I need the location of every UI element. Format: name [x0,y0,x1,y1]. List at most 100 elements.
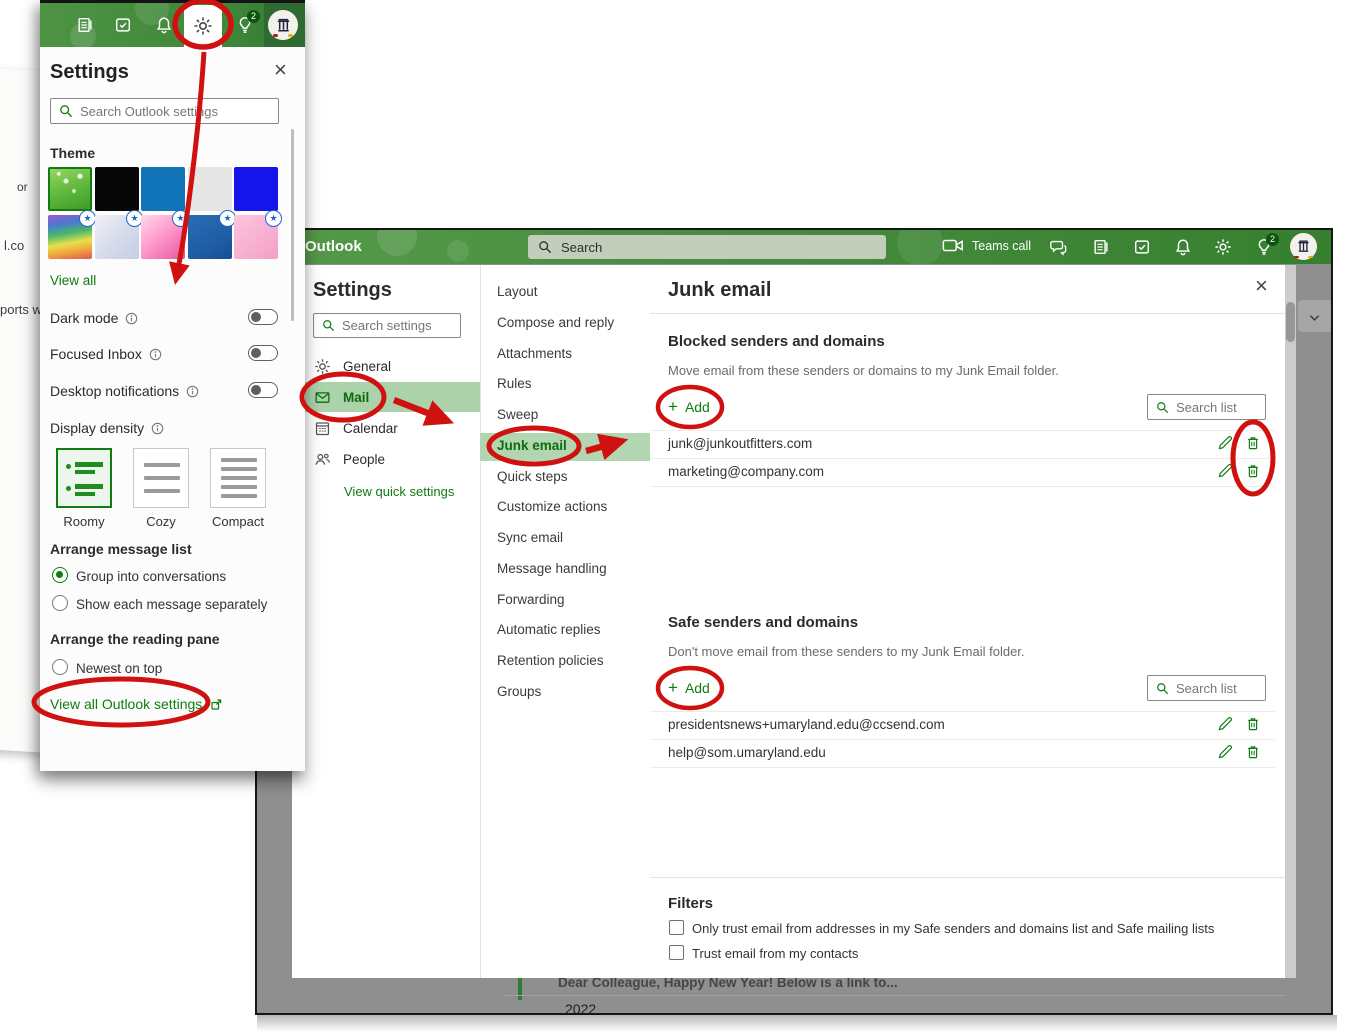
radio-newest-on-top[interactable] [52,659,68,675]
delete-icon[interactable] [1245,716,1261,732]
filter-checkbox-trust-contacts[interactable] [669,945,684,960]
theme-tile-black[interactable] [95,167,139,211]
chat-button[interactable] [1049,238,1067,256]
bell-icon [1174,238,1192,256]
flyout-search-input[interactable]: Search Outlook settings [50,98,279,124]
delete-icon[interactable] [1245,463,1261,479]
section-forwarding[interactable]: Forwarding [497,592,565,607]
scrollbar-thumb[interactable] [1286,302,1295,342]
theme-tile-silver[interactable]: ★ [95,215,139,259]
radio-group-into-conversations[interactable] [52,567,68,583]
section-message-handling[interactable]: Message handling [497,561,607,576]
view-all-outlook-settings-link[interactable]: View all Outlook settings [50,696,223,712]
gear-icon [193,16,213,36]
focused-inbox-toggle[interactable] [248,345,278,361]
arrange-message-list-label: Arrange message list [50,541,192,557]
section-layout[interactable]: Layout [497,284,538,299]
bell-icon [155,16,173,34]
section-attachments[interactable]: Attachments [497,346,572,361]
radio-label: Show each message separately [76,597,267,612]
radio-label: Newest on top [76,661,162,676]
header-search-placeholder: Search [561,240,602,255]
section-automatic-replies[interactable]: Automatic replies [497,622,601,637]
notifications-button[interactable] [155,16,173,34]
outlook-brand[interactable]: Outlook [305,238,362,255]
camera-icon [942,238,964,253]
section-quick-steps[interactable]: Quick steps [497,469,568,484]
blocked-sender-row: marketing@company.com [668,464,824,479]
chevron-down-icon [1309,314,1320,322]
panel-scrollbar[interactable] [1285,265,1296,978]
search-icon [538,240,552,254]
theme-tile-lightgray[interactable] [188,167,232,211]
settings-gear-button-active[interactable] [184,5,222,47]
close-icon[interactable]: × [1255,275,1268,297]
theme-tile-basketball[interactable]: ★ [188,215,232,259]
notifications-button[interactable] [1174,238,1192,256]
section-junk-email[interactable]: Junk email [497,438,567,453]
theme-tile-brightblue[interactable] [234,167,278,211]
tasks-button[interactable] [114,16,132,34]
settings-search-input[interactable]: Search settings [313,313,461,338]
edit-icon[interactable] [1217,744,1233,760]
density-option-roomy[interactable] [56,448,112,508]
nav-item-mail[interactable]: Mail [314,389,369,406]
radio-show-each-message[interactable] [52,595,68,611]
nav-item-general[interactable]: General [314,358,391,375]
delete-icon[interactable] [1245,435,1261,451]
notebook-button[interactable] [1092,238,1110,256]
section-rules[interactable]: Rules [497,376,532,391]
safe-description: Don't move email from these senders to m… [668,644,1025,659]
theme-label: Theme [50,145,95,161]
info-icon [186,385,199,398]
nav-item-people[interactable]: People [314,451,385,468]
desktop-notifications-row: Desktop notifications [50,383,199,399]
tasks-button[interactable] [1133,238,1151,256]
dialog-title: Settings [313,279,392,302]
density-label-roomy: Roomy [56,514,112,529]
blocked-add-button[interactable]: + Add [668,398,710,415]
nav-item-calendar[interactable]: Calendar [314,420,398,437]
tips-button[interactable]: 2 [236,16,254,34]
section-compose-and-reply[interactable]: Compose and reply [497,315,614,330]
safe-search-list-input[interactable]: Search list [1147,675,1266,701]
safe-add-button[interactable]: + Add [668,679,710,696]
section-retention-policies[interactable]: Retention policies [497,653,604,668]
flyout-title: Settings [50,61,129,84]
notebook-button[interactable] [76,16,94,34]
edit-icon[interactable] [1217,435,1233,451]
blocked-search-list-input[interactable]: Search list [1147,394,1266,420]
density-option-compact[interactable] [210,448,266,508]
theme-tile-blue[interactable] [141,167,185,211]
premium-star-icon: ★ [265,210,282,227]
account-avatar[interactable] [1290,233,1317,260]
delete-icon[interactable] [1245,744,1261,760]
filter-checkbox-safe-only[interactable] [669,920,684,935]
theme-tile-blocks[interactable]: ★ [234,215,278,259]
density-option-cozy[interactable] [133,448,189,508]
theme-tile-rainbow[interactable]: ★ [48,215,92,259]
people-icon [314,451,331,468]
section-sync-email[interactable]: Sync email [497,530,563,545]
theme-tile-unicorn[interactable]: ★ [141,215,185,259]
desktop-notifications-toggle[interactable] [248,382,278,398]
theme-tile-green-selected[interactable] [48,167,92,211]
teams-call-button[interactable]: Teams call [942,238,1031,253]
tips-button[interactable]: 2 [1255,238,1273,256]
flyout-scrollbar[interactable] [291,129,294,321]
flyout-toolbar: 2 [40,3,305,47]
dark-mode-toggle[interactable] [248,309,278,325]
edit-icon[interactable] [1217,716,1233,732]
theme-view-all-link[interactable]: View all [50,273,96,288]
edit-icon[interactable] [1217,463,1233,479]
section-groups[interactable]: Groups [497,684,541,699]
section-sweep[interactable]: Sweep [497,407,538,422]
section-customize-actions[interactable]: Customize actions [497,499,607,514]
header-search-input[interactable]: Search [528,235,886,259]
notebook-icon [76,16,94,34]
plus-icon: + [668,679,678,696]
settings-gear-button[interactable] [1214,238,1232,256]
account-avatar[interactable] [268,10,298,40]
close-icon[interactable]: × [274,57,287,83]
view-quick-settings-link[interactable]: View quick settings [344,484,454,499]
